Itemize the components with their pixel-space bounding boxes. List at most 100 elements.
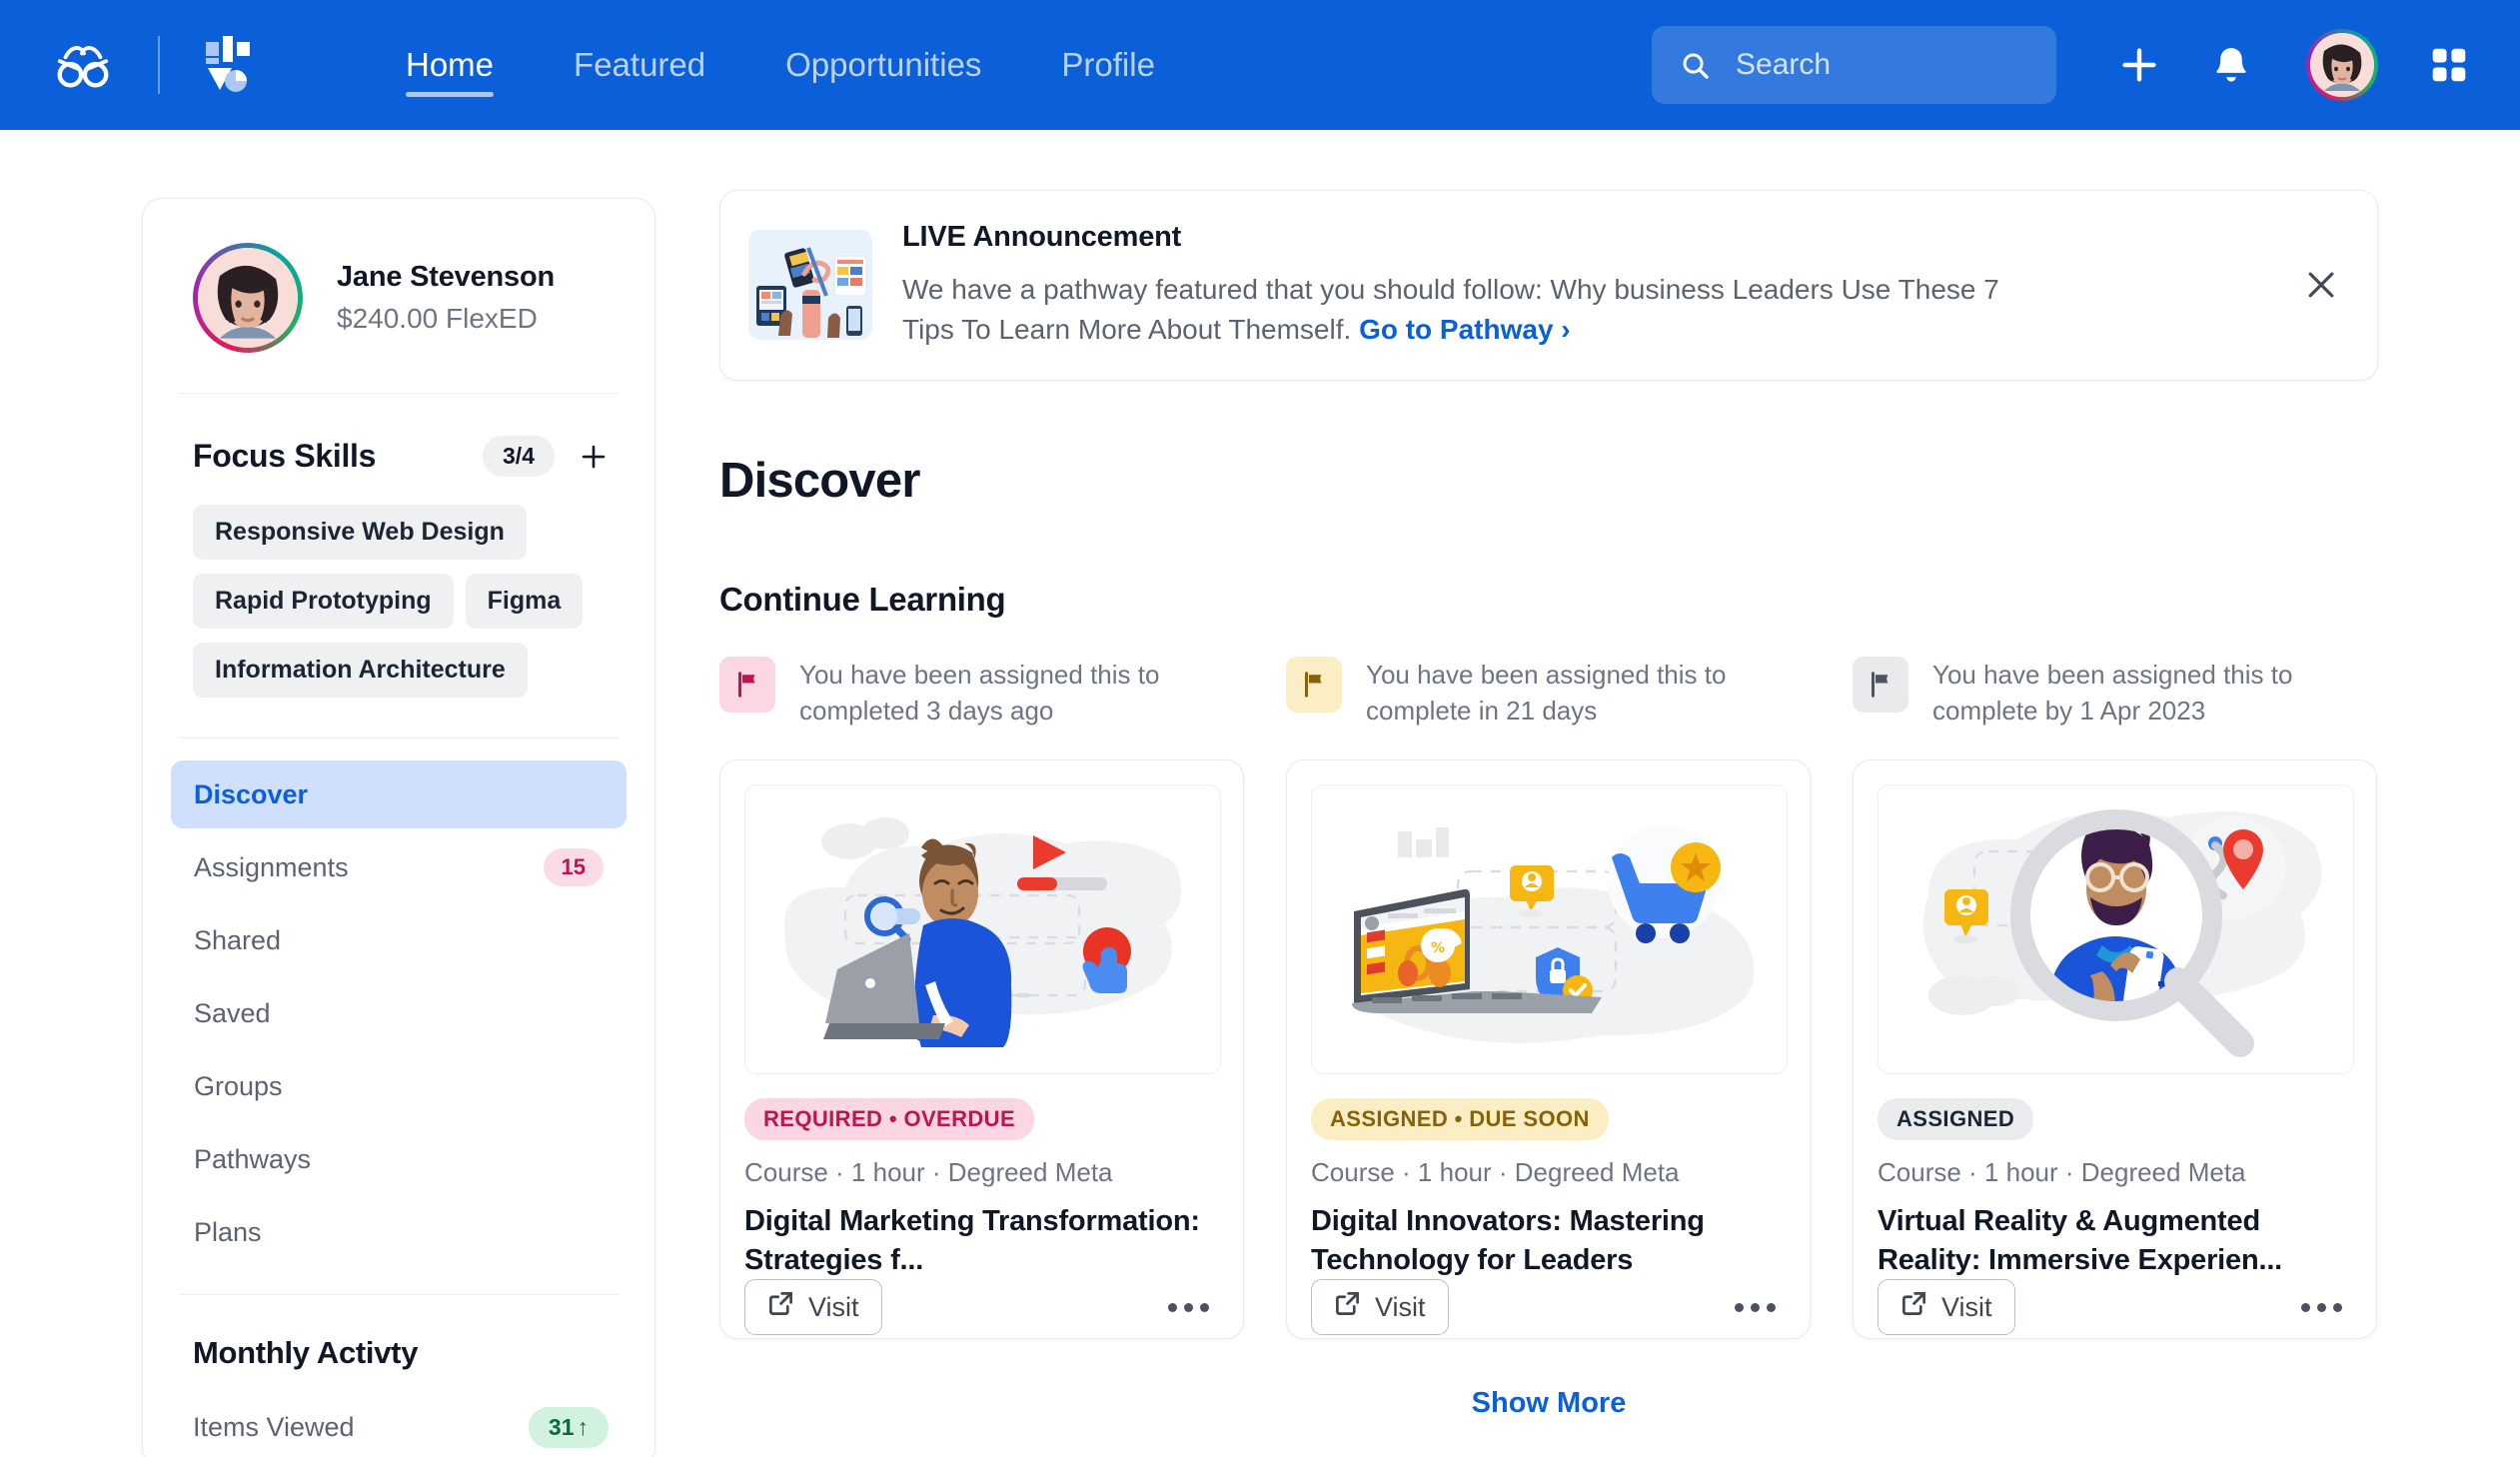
add-skill-icon[interactable] [579, 442, 609, 472]
monthly-activity-title: Monthly Activty [193, 1335, 419, 1370]
profile-avatar-image [198, 248, 298, 348]
search-icon [1680, 50, 1711, 81]
stat-value: 31 [548, 1414, 575, 1440]
announcement-text: We have a pathway featured that you shou… [902, 270, 2036, 350]
sidebar-item-saved[interactable]: Saved [171, 979, 627, 1047]
sidebar-item-label: Groups [194, 1070, 283, 1101]
flag-icon [1853, 656, 1908, 713]
visit-button[interactable]: Visit [1311, 1279, 1449, 1336]
announcement-illustration [748, 230, 872, 341]
sidebar-item-pathways[interactable]: Pathways [171, 1125, 627, 1193]
card-column: You have been assigned this to completed… [719, 656, 1244, 1340]
skill-chip[interactable]: Figma [465, 574, 584, 629]
more-horizontal-icon[interactable] [1158, 1293, 1219, 1322]
profile-avatar [193, 243, 303, 353]
sidebar-item-label: Plans [194, 1216, 262, 1247]
nav-item-opportunities[interactable]: Opportunities [745, 25, 1021, 105]
main-content: LIVE Announcement We have a pathway feat… [719, 190, 2378, 1420]
profile-balance: $240.00 FlexED [337, 303, 538, 334]
announcement-title: LIVE Announcement [902, 221, 1182, 253]
visit-button[interactable]: Visit [1878, 1279, 2015, 1336]
sidebar-item-groups[interactable]: Groups [171, 1052, 627, 1120]
stat-label: Items Viewed [193, 1412, 355, 1442]
section-title-continue-learning: Continue Learning [719, 580, 1006, 618]
avatar-image [2310, 33, 2374, 97]
page-title: Discover [719, 453, 920, 508]
add-button[interactable] [2116, 42, 2162, 88]
show-more-link[interactable]: Show More [719, 1387, 2378, 1420]
focus-skills-count: 3/4 [483, 436, 555, 477]
status-badge: REQUIRED • OVERDUE [744, 1098, 1035, 1141]
flag-icon [1286, 656, 1342, 713]
assignment-text: You have been assigned this to complete … [1932, 659, 2293, 727]
status-badge: ASSIGNED • DUE SOON [1311, 1098, 1609, 1141]
profile-text: Jane Stevenson $240.00 FlexED [337, 261, 555, 335]
card-meta: Course · 1 hour · Degreed Meta [1311, 1157, 1680, 1188]
focus-skills-chips: Responsive Web Design Rapid Prototyping … [143, 477, 654, 698]
avatar[interactable] [2306, 29, 2378, 101]
assignment-note: You have been assigned this to complete … [1286, 656, 1811, 730]
close-icon[interactable] [2301, 265, 2341, 305]
notifications-button[interactable] [2208, 42, 2254, 88]
sidebar-item-plans[interactable]: Plans [171, 1198, 627, 1266]
assignments-badge: 15 [543, 848, 604, 886]
skill-chip[interactable]: Information Architecture [193, 643, 528, 698]
main-nav: Home Featured Opportunities Profile [366, 25, 1195, 105]
sidebar-item-shared[interactable]: Shared [171, 906, 627, 974]
trend-up-icon: ↑ [577, 1414, 590, 1440]
sidebar-profile[interactable]: Jane Stevenson $240.00 FlexED [143, 199, 654, 353]
more-horizontal-icon[interactable] [2291, 1293, 2352, 1322]
external-link-icon [1334, 1290, 1361, 1324]
card-title: Digital Marketing Transformation: Strate… [744, 1205, 1200, 1276]
skill-chip[interactable]: Responsive Web Design [193, 505, 527, 560]
focus-skills-header: Focus Skills 3/4 [143, 394, 654, 477]
visit-label: Visit [808, 1291, 859, 1322]
focus-skills-title: Focus Skills [193, 438, 377, 474]
nav-item-featured[interactable]: Featured [534, 25, 745, 105]
visit-button[interactable]: Visit [744, 1279, 882, 1336]
magnifier-person-illustration [1878, 784, 2354, 1075]
go-to-pathway-link[interactable]: Go to Pathway › [1359, 314, 1571, 345]
external-link-icon [767, 1290, 794, 1324]
profile-name: Jane Stevenson [337, 261, 556, 293]
course-card[interactable]: ASSIGNED Course · 1 hour · Degreed Meta … [1853, 759, 2377, 1340]
nav-label: Home [406, 46, 495, 83]
degreed-brand-icon[interactable] [202, 34, 260, 96]
search-box[interactable] [1652, 26, 2056, 104]
assignment-note: You have been assigned this to completed… [719, 656, 1244, 730]
person-laptop-illustration [744, 784, 1221, 1075]
course-card[interactable]: REQUIRED • OVERDUE Course · 1 hour · Deg… [719, 759, 1244, 1340]
nav-item-profile[interactable]: Profile [1021, 25, 1195, 105]
nav-label: Featured [574, 46, 706, 83]
sidebar-item-label: Shared [194, 924, 282, 955]
flag-icon [719, 656, 775, 713]
course-cards: You have been assigned this to completed… [719, 656, 2378, 1340]
more-horizontal-icon[interactable] [1725, 1293, 1786, 1322]
live-announcement-banner: LIVE Announcement We have a pathway feat… [719, 190, 2378, 381]
nav-label: Opportunities [785, 46, 982, 83]
nav-item-home[interactable]: Home [366, 25, 534, 105]
svg-text:%: % [1431, 940, 1445, 956]
skill-chip[interactable]: Rapid Prototyping [193, 574, 454, 629]
card-column: You have been assigned this to complete … [1853, 656, 2377, 1340]
nav-label: Profile [1061, 46, 1155, 83]
visit-label: Visit [1941, 1291, 1992, 1322]
sidebar-item-assignments[interactable]: Assignments 15 [171, 833, 627, 901]
sidebar-item-discover[interactable]: Discover [171, 760, 627, 828]
grid-apps-button[interactable] [2426, 42, 2472, 88]
assignment-note: You have been assigned this to complete … [1853, 656, 2377, 730]
assignment-text: You have been assigned this to complete … [1366, 659, 1727, 727]
sidebar-nav: Discover Assignments 15 Shared Saved Gro… [143, 738, 654, 1266]
sidebar: Jane Stevenson $240.00 FlexED Focus Skil… [142, 198, 655, 1457]
card-footer: Visit [1878, 1279, 2352, 1336]
app-root: Home Featured Opportunities Profile Sear… [0, 0, 2520, 1457]
page-body: Jane Stevenson $240.00 FlexED Focus Skil… [0, 130, 2520, 1457]
visit-label: Visit [1375, 1291, 1426, 1322]
card-title: Digital Innovators: Mastering Technology… [1311, 1205, 1705, 1276]
announcement-body: LIVE Announcement We have a pathway feat… [902, 221, 2275, 350]
header-actions [1652, 26, 2476, 104]
course-card[interactable]: % ASSIGNED • DUE SOON Course · 1 hour · … [1286, 759, 1811, 1340]
search-input[interactable] [1736, 48, 2028, 82]
glasses-logo-icon[interactable] [52, 34, 114, 96]
card-footer: Visit [744, 1279, 1219, 1336]
